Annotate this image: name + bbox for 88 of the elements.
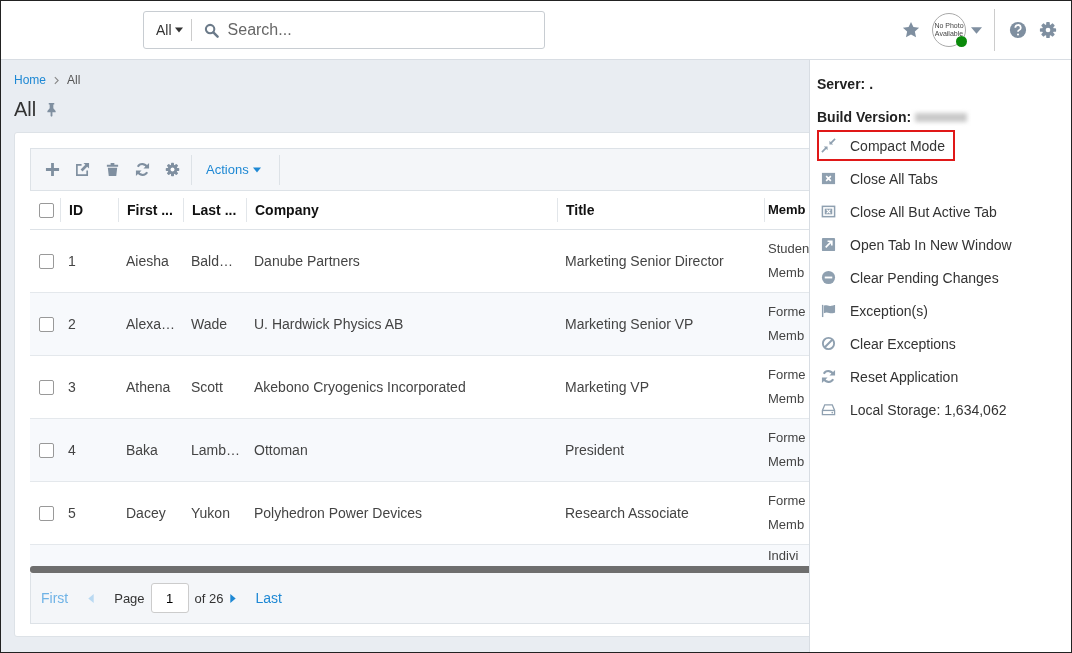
table-cell: President: [565, 442, 625, 458]
table-cell: Yukon: [191, 505, 230, 521]
menu-item[interactable]: Exception(s): [817, 295, 938, 326]
menu-item[interactable]: Clear Exceptions: [817, 328, 966, 359]
table-cell-text: Studen Memb: [768, 240, 808, 282]
chevron-icon: [54, 75, 59, 85]
table-cell: Akebono Cryogenics Incorporated: [254, 379, 466, 395]
table-cell-text: Forme Memb: [768, 492, 807, 534]
table-cell-text: Forme Memb: [768, 366, 807, 408]
column-header[interactable]: ID: [60, 198, 118, 222]
table-cell-text: Forme Memb: [768, 429, 807, 471]
minus-circle-icon: [821, 270, 836, 285]
next-arrow-icon[interactable]: [229, 593, 236, 603]
settings-icon[interactable]: [165, 162, 180, 177]
table-cell: 5: [68, 505, 76, 521]
select-all-checkbox[interactable]: [39, 202, 54, 218]
settings-icon[interactable]: [1039, 21, 1057, 39]
table-cell: Polyhedron Power Devices: [254, 505, 423, 521]
pin-icon[interactable]: [46, 102, 58, 117]
row-checkbox[interactable]: [39, 505, 54, 521]
table-cell: Dacey: [126, 505, 166, 521]
column-header[interactable]: First ...: [118, 198, 183, 222]
external-arrow-icon: [821, 237, 836, 252]
page-count: of 26: [194, 590, 224, 606]
table-cell: Marketing Senior VP: [565, 316, 694, 332]
menu-item[interactable]: Clear Pending Changes: [817, 262, 1009, 293]
menu-item[interactable]: Compact Mode: [817, 130, 955, 161]
table-cell: 1: [68, 253, 76, 269]
ban-icon: [821, 336, 836, 351]
caret-icon: [252, 166, 261, 173]
table-cell: 3: [68, 379, 76, 395]
row-checkbox[interactable]: [39, 253, 54, 269]
refresh-icon[interactable]: [135, 162, 150, 177]
search-icon: [203, 22, 219, 38]
breadcrumb-current: All: [67, 73, 81, 87]
page-label: Page: [114, 590, 145, 606]
close-box-icon: [821, 204, 836, 219]
row-checkbox[interactable]: [39, 316, 54, 332]
table-cell: Research Associate: [565, 505, 689, 521]
scope-dropdown[interactable]: All: [144, 19, 192, 41]
server-label: Server: .: [817, 76, 875, 92]
table-cell: Marketing VP: [565, 379, 650, 395]
menu-item[interactable]: Close All Tabs: [817, 163, 948, 194]
caret-icon: [174, 27, 183, 33]
row-checkbox[interactable]: [39, 442, 54, 458]
table-cell-text: Forme Memb: [768, 303, 807, 345]
table-cell: 2: [68, 316, 76, 332]
table-cell: Aiesha: [126, 253, 169, 269]
plus-icon[interactable]: [45, 162, 60, 177]
table-cell: U. Hardwick Physics AB: [254, 316, 404, 332]
table-cell-text: Indivi: [768, 547, 800, 565]
trash-icon[interactable]: [105, 162, 120, 177]
table-cell: Marketing Senior Director: [565, 253, 724, 269]
compress-icon: [821, 138, 836, 153]
table-cell: 4: [68, 442, 76, 458]
scrollbar[interactable]: [30, 566, 809, 573]
drive-icon: [821, 402, 836, 417]
page-title: All: [14, 98, 37, 121]
table-cell: Danube Partners: [254, 253, 360, 269]
page-number-field[interactable]: 1: [150, 583, 189, 613]
table-cell: Bald…: [191, 253, 234, 269]
table-cell: Lamb…: [191, 442, 241, 458]
help-icon[interactable]: [1009, 21, 1027, 39]
star-icon[interactable]: [902, 21, 920, 39]
table-cell: Baka: [126, 442, 158, 458]
menu-item[interactable]: Local Storage: 1,634,062: [817, 394, 1017, 425]
close-box-icon: [821, 171, 836, 186]
last-page-link[interactable]: Last: [255, 590, 282, 606]
table-cell: Scott: [191, 379, 223, 395]
menu-item[interactable]: Reset Application: [817, 361, 969, 392]
search-field[interactable]: All Search...: [143, 11, 545, 49]
table-cell: Ottoman: [254, 442, 308, 458]
column-header[interactable]: Last ...: [183, 198, 246, 222]
menu-item[interactable]: Open Tab In New Window: [817, 229, 1022, 260]
build-version-label: Build Version:: [817, 109, 912, 125]
table-cell: Athena: [126, 379, 171, 395]
menu-item[interactable]: Close All But Active Tab: [817, 196, 1007, 227]
column-header[interactable]: Title: [557, 198, 764, 222]
external-link-icon[interactable]: [75, 162, 90, 177]
blurred-value: [915, 112, 968, 122]
table-cell: Wade: [191, 316, 228, 332]
table-cell: Alexa…: [126, 316, 176, 332]
caret-icon[interactable]: [971, 26, 982, 34]
refresh-icon: [821, 369, 836, 384]
actions-dropdown[interactable]: Actions: [202, 158, 265, 181]
row-checkbox[interactable]: [39, 379, 54, 395]
flag-icon: [821, 303, 836, 318]
column-header[interactable]: Company: [246, 198, 557, 222]
